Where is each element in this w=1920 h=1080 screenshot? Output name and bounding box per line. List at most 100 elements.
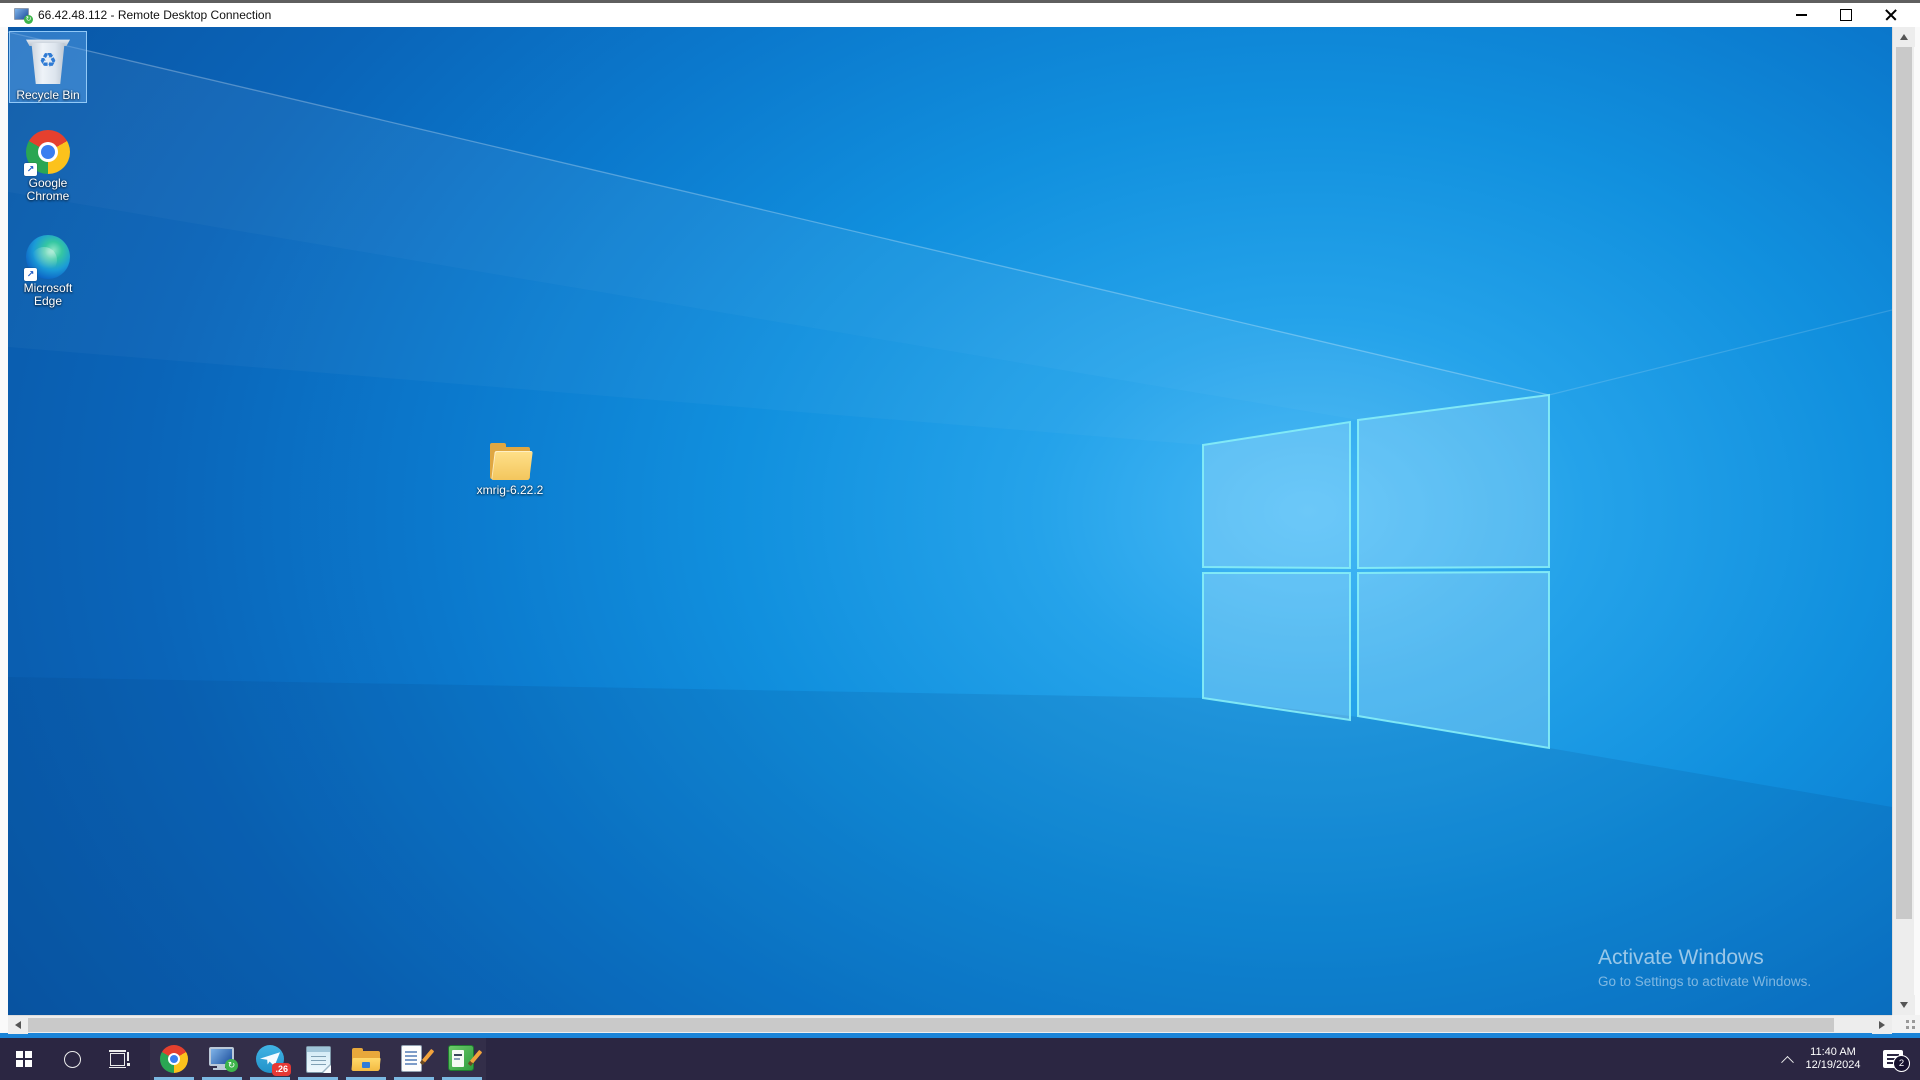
minimize-icon (1796, 14, 1807, 16)
windows-wallpaper (8, 27, 1892, 1015)
search-button[interactable] (48, 1038, 96, 1080)
tray-date: 12/19/2024 (1805, 1059, 1860, 1072)
taskbar-app-green-notepad[interactable] (438, 1038, 486, 1080)
task-view-top-line (109, 1050, 126, 1052)
recycle-symbol-icon: ♻ (26, 48, 70, 73)
chevron-up-icon (1781, 1055, 1794, 1068)
scroll-right-icon (1879, 1021, 1885, 1029)
horizontal-scrollbar[interactable] (8, 1015, 1892, 1033)
logo-pane (16, 1060, 23, 1067)
start-button[interactable] (0, 1038, 48, 1080)
taskbar-app-notepad[interactable] (294, 1038, 342, 1080)
remote-desktop-icon: ↻ (208, 1046, 236, 1072)
doc-line (454, 1058, 460, 1060)
light-ray-line-right (1549, 310, 1892, 395)
task-view-button[interactable] (96, 1038, 144, 1080)
action-center-button[interactable]: 2 (1872, 1038, 1914, 1080)
remote-desktop-surface[interactable]: ♻ Recycle Bin ↗ Google Chrome ↗ Microsof… (8, 27, 1892, 1015)
taskbar: ↻ .26 (0, 1038, 1920, 1080)
scroll-down-icon (1900, 1002, 1908, 1008)
show-hidden-icons-button[interactable] (1774, 1038, 1800, 1080)
window-title: 66.42.48.112 - Remote Desktop Connection (38, 8, 271, 22)
rdp-window: ↻ 66.42.48.112 - Remote Desktop Connecti… (0, 0, 1920, 1080)
taskbar-app-text-editor[interactable] (390, 1038, 438, 1080)
chrome-icon (160, 1045, 188, 1073)
desktop-icon-label: Recycle Bin (16, 89, 79, 102)
cortana-circle-icon (64, 1051, 81, 1068)
telegram-icon: .26 (256, 1045, 284, 1073)
window-right-border (1914, 27, 1920, 1033)
scroll-right-button[interactable] (1872, 1016, 1892, 1034)
maximize-button[interactable] (1825, 3, 1867, 27)
task-view-slider-dot (127, 1063, 130, 1066)
tray-time: 11:40 AM (1810, 1046, 1856, 1059)
watermark-line2: Go to Settings to activate Windows. (1598, 974, 1811, 989)
remote-desktop-connection-icon: ↻ (14, 8, 31, 22)
task-view-slider (127, 1052, 129, 1061)
logo-pane-top-left (1203, 422, 1350, 568)
maximize-icon (1840, 9, 1852, 21)
action-center-icon: 2 (1883, 1050, 1903, 1068)
desktop-icon-xmrig-folder[interactable]: xmrig-6.22.2 (468, 439, 552, 497)
desktop-icon-label: Google Chrome (10, 177, 86, 203)
taskbar-app-remote-desktop[interactable]: ↻ (198, 1038, 246, 1080)
windows-logo-icon (16, 1051, 32, 1067)
scroll-up-button[interactable] (1893, 27, 1915, 47)
scroll-down-button[interactable] (1893, 995, 1915, 1015)
shortcut-arrow-icon: ↗ (24, 163, 37, 176)
notepad-line (311, 1060, 326, 1062)
notepad-binding (307, 1047, 330, 1052)
task-view-bottom-line (109, 1067, 126, 1069)
watermark-line1: Activate Windows (1598, 946, 1811, 970)
taskbar-app-file-explorer[interactable] (342, 1038, 390, 1080)
folder-front (491, 451, 533, 480)
scrollbar-corner (1892, 1015, 1920, 1033)
doc-line (405, 1063, 417, 1065)
title-bar[interactable]: ↻ 66.42.48.112 - Remote Desktop Connecti… (0, 3, 1920, 27)
logo-pane (25, 1060, 32, 1067)
close-button[interactable] (1870, 3, 1912, 27)
taskbar-app-chrome[interactable] (150, 1038, 198, 1080)
green-notepad-icon (448, 1045, 474, 1071)
page-fold (323, 1065, 331, 1073)
resize-grip-icon[interactable] (1912, 1020, 1915, 1023)
logo-pane-bottom-right (1358, 572, 1549, 748)
activate-windows-watermark: Activate Windows Go to Settings to activ… (1598, 946, 1811, 989)
desktop-icon-label: xmrig-6.22.2 (477, 484, 544, 497)
notification-badge: .26 (272, 1063, 291, 1076)
doc-line (405, 1055, 417, 1057)
tray-clock[interactable]: 11:40 AM 12/19/2024 (1800, 1038, 1866, 1080)
minimize-button[interactable] (1780, 3, 1822, 27)
logo-pane-top-right (1358, 395, 1549, 568)
vertical-scrollbar[interactable] (1892, 27, 1914, 1015)
connect-arrows-icon: ↻ (225, 1059, 238, 1072)
logo-pane-bottom-left (1203, 573, 1350, 720)
scroll-up-icon (1900, 34, 1908, 40)
folder-icon (488, 443, 532, 481)
doc-line (405, 1051, 417, 1053)
logo-pane (25, 1051, 32, 1058)
notepad-icon (306, 1046, 331, 1073)
horizontal-scrollbar-thumb[interactable] (28, 1018, 1834, 1032)
task-view-icon (109, 1050, 131, 1068)
file-explorer-icon (352, 1048, 380, 1071)
refresh-glyph: ↻ (24, 15, 33, 24)
logo-pane (16, 1051, 23, 1058)
desktop-icon-recycle-bin[interactable]: ♻ Recycle Bin (10, 32, 86, 102)
scroll-left-icon (15, 1021, 21, 1029)
task-view-window (110, 1053, 125, 1066)
scroll-left-button[interactable] (8, 1016, 28, 1034)
notepad-line (311, 1056, 326, 1058)
recycle-bin-icon: ♻ (26, 36, 70, 86)
doc-line (454, 1054, 462, 1056)
close-icon (1885, 9, 1897, 21)
desktop-icon-google-chrome[interactable]: ↗ Google Chrome (10, 126, 86, 203)
taskbar-app-telegram[interactable]: .26 (246, 1038, 294, 1080)
windows-logo-icon (1203, 395, 1549, 748)
notification-count-badge: 2 (1893, 1055, 1910, 1072)
shortcut-arrow-icon: ↗ (24, 268, 37, 281)
desktop-icon-microsoft-edge[interactable]: ↗ Microsoft Edge (10, 231, 86, 308)
desktop-icon-label: Microsoft Edge (10, 282, 86, 308)
vertical-scrollbar-thumb[interactable] (1896, 47, 1912, 919)
explorer-accent (362, 1062, 370, 1068)
